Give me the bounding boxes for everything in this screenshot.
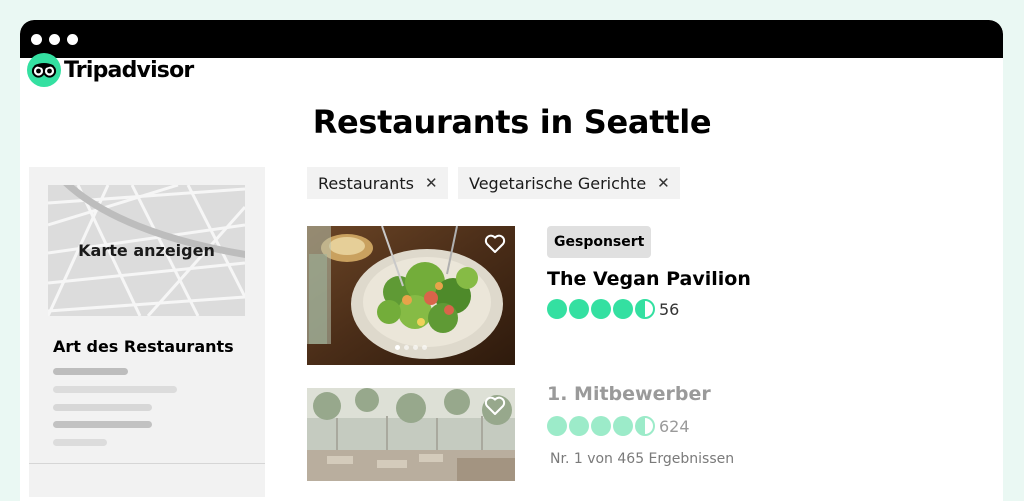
close-icon[interactable]: ✕ bbox=[425, 174, 438, 192]
photo-carousel-indicator[interactable] bbox=[307, 335, 515, 354]
rating-bubble-icon bbox=[635, 299, 655, 319]
rating-bubble-icon bbox=[547, 299, 567, 319]
filter-chip-vegetarian[interactable]: Vegetarische Gerichte ✕ bbox=[458, 167, 680, 199]
close-icon[interactable]: ✕ bbox=[657, 174, 670, 192]
page-title: Restaurants in Seattle bbox=[312, 103, 712, 141]
tripadvisor-logo[interactable]: Tripadvisor bbox=[27, 53, 194, 87]
window-dot-icon[interactable] bbox=[67, 34, 78, 45]
show-map-label: Karte anzeigen bbox=[78, 241, 215, 260]
filter-option-placeholder bbox=[53, 368, 128, 375]
rating-bubble-icon bbox=[591, 299, 611, 319]
carousel-dot[interactable] bbox=[422, 345, 427, 350]
carousel-dot[interactable] bbox=[404, 345, 409, 350]
restaurant-name[interactable]: The Vegan Pavilion bbox=[547, 268, 751, 290]
review-count[interactable]: 624 bbox=[659, 417, 690, 436]
filter-chip-label: Restaurants bbox=[318, 173, 414, 193]
rating-bubble-icon bbox=[635, 416, 655, 436]
heart-icon[interactable] bbox=[484, 234, 506, 258]
bubble-rating-icon bbox=[547, 416, 657, 436]
bubble-rating-icon bbox=[547, 299, 657, 319]
heart-icon[interactable] bbox=[484, 396, 506, 420]
rating-bubbles: 56 bbox=[547, 299, 679, 319]
window-dot-icon[interactable] bbox=[49, 34, 60, 45]
rating-bubble-icon bbox=[591, 416, 611, 436]
restaurant-photo-salad[interactable] bbox=[307, 226, 515, 365]
competitor-name[interactable]: 1. Mitbewerber bbox=[547, 383, 711, 405]
carousel-dot[interactable] bbox=[413, 345, 418, 350]
review-count[interactable]: 56 bbox=[659, 300, 679, 319]
ranking-text: Nr. 1 von 465 Ergebnissen bbox=[550, 451, 735, 467]
rating-bubble-icon bbox=[547, 416, 567, 436]
rating-bubble-icon bbox=[569, 416, 589, 436]
rating-bubble-icon bbox=[569, 299, 589, 319]
rating-bubbles: 624 bbox=[547, 416, 690, 436]
filter-chip-restaurants[interactable]: Restaurants ✕ bbox=[307, 167, 448, 199]
rating-bubble-icon bbox=[613, 416, 633, 436]
filter-chip-label: Vegetarische Gerichte bbox=[469, 173, 647, 193]
filter-sidebar: Karte anzeigen Art des Restaurants bbox=[29, 167, 265, 497]
restaurant-photo-interior[interactable] bbox=[307, 388, 515, 481]
rating-bubble-icon bbox=[613, 299, 633, 319]
carousel-dot[interactable] bbox=[395, 345, 400, 350]
logo-wordmark: Tripadvisor bbox=[64, 57, 194, 83]
window-dot-icon[interactable] bbox=[31, 34, 42, 45]
owl-eyes-icon bbox=[27, 53, 61, 87]
filter-option-placeholder bbox=[53, 404, 152, 411]
map-preview[interactable]: Karte anzeigen bbox=[48, 185, 245, 316]
restaurant-type-heading: Art des Restaurants bbox=[53, 337, 234, 356]
filter-option-placeholder bbox=[53, 439, 107, 446]
filter-option-placeholder bbox=[53, 421, 152, 428]
sidebar-divider bbox=[29, 463, 265, 464]
sponsored-badge: Gesponsert bbox=[547, 226, 652, 258]
filter-option-placeholder bbox=[53, 386, 177, 393]
